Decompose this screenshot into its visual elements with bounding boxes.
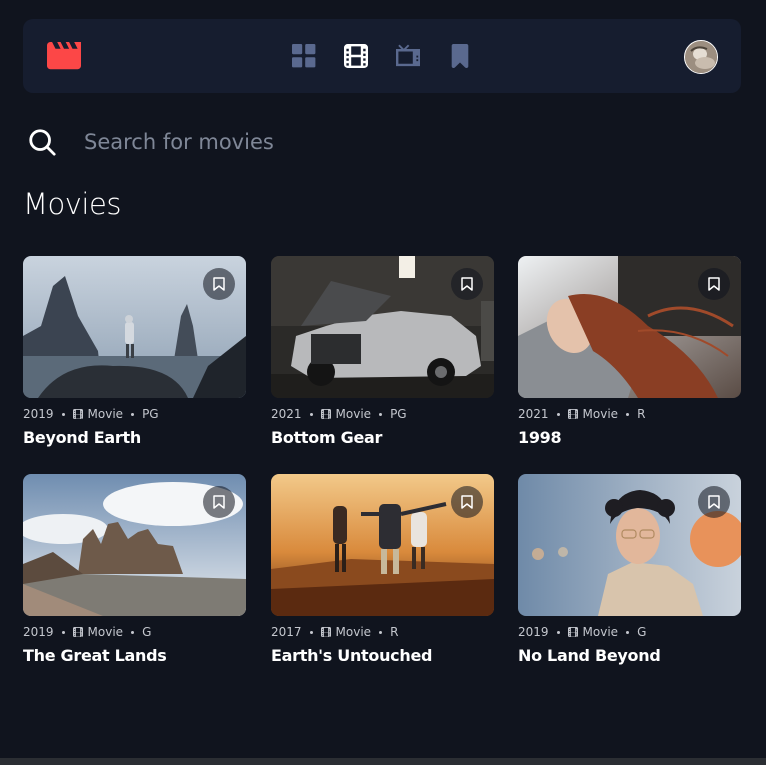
separator-dot <box>379 412 383 416</box>
movie-meta: 2019 Movie PG <box>23 406 246 422</box>
movie-card[interactable]: 2019 Movie PG Beyond Earth <box>23 256 246 447</box>
movie-meta: 2019 Movie G <box>23 624 246 640</box>
separator-dot <box>379 630 383 634</box>
movie-card[interactable]: 2017 Movie R Earth's Untouched <box>271 474 494 665</box>
movie-thumbnail[interactable] <box>518 256 741 398</box>
bookmark-empty-icon <box>461 277 473 291</box>
separator-dot <box>61 412 65 416</box>
movie-category: Movie <box>582 407 619 421</box>
movie-card[interactable]: 2021 Movie R 1998 <box>518 256 741 447</box>
bookmark-button[interactable] <box>203 486 235 518</box>
avatar[interactable] <box>684 40 718 74</box>
separator-dot <box>309 630 313 634</box>
separator-dot <box>626 412 630 416</box>
movie-title[interactable]: Beyond Earth <box>23 428 246 447</box>
search-input[interactable] <box>84 126 724 158</box>
movie-title[interactable]: Bottom Gear <box>271 428 494 447</box>
movie-title[interactable]: No Land Beyond <box>518 646 741 665</box>
movie-rating: G <box>142 625 152 639</box>
movie-rating: R <box>637 407 646 421</box>
user-avatar-image <box>685 41 717 73</box>
movie-thumbnail[interactable] <box>271 474 494 616</box>
movie-rating: PG <box>390 407 407 421</box>
movie-category: Movie <box>87 625 124 639</box>
movie-year: 2021 <box>518 407 549 421</box>
movie-category: Movie <box>87 407 124 421</box>
bookmark-icon[interactable] <box>448 44 472 68</box>
search-icon <box>29 129 56 156</box>
movie-title[interactable]: 1998 <box>518 428 741 447</box>
movie-card[interactable]: 2019 Movie G The Great Lands <box>23 474 246 665</box>
film-icon <box>567 627 578 637</box>
movie-meta: 2019 Movie G <box>518 624 741 640</box>
movie-year: 2021 <box>271 407 302 421</box>
film-icon <box>320 409 331 419</box>
navbar <box>23 19 741 93</box>
film-icon <box>320 627 331 637</box>
movie-year: 2019 <box>23 625 54 639</box>
bookmark-empty-icon <box>708 495 720 509</box>
movie-thumbnail[interactable] <box>23 256 246 398</box>
movie-thumbnail[interactable] <box>271 256 494 398</box>
movie-meta: 2017 Movie R <box>271 624 494 640</box>
movie-meta: 2021 Movie R <box>518 406 741 422</box>
separator-dot <box>131 412 135 416</box>
tv-icon[interactable] <box>396 44 420 68</box>
movie-category: Movie <box>335 407 372 421</box>
movie-rating: R <box>390 625 399 639</box>
film-icon <box>72 627 83 637</box>
movie-rating: G <box>637 625 647 639</box>
grid-icon[interactable] <box>292 44 316 68</box>
bookmark-empty-icon <box>461 495 473 509</box>
movie-clapper-icon[interactable] <box>47 42 81 70</box>
bottom-edge <box>0 758 766 765</box>
movie-meta: 2021 Movie PG <box>271 406 494 422</box>
movie-year: 2019 <box>23 407 54 421</box>
movie-thumbnail[interactable] <box>23 474 246 616</box>
separator-dot <box>626 630 630 634</box>
movie-card[interactable]: 2021 Movie PG Bottom Gear <box>271 256 494 447</box>
bookmark-empty-icon <box>213 277 225 291</box>
movie-thumbnail[interactable] <box>518 474 741 616</box>
movie-rating: PG <box>142 407 159 421</box>
separator-dot <box>61 630 65 634</box>
movie-title[interactable]: The Great Lands <box>23 646 246 665</box>
film-icon[interactable] <box>344 44 368 68</box>
bookmark-button[interactable] <box>203 268 235 300</box>
separator-dot <box>556 630 560 634</box>
film-icon <box>72 409 83 419</box>
movie-year: 2017 <box>271 625 302 639</box>
movie-year: 2019 <box>518 625 549 639</box>
separator-dot <box>309 412 313 416</box>
section-title: Movies <box>23 187 121 221</box>
movie-category: Movie <box>582 625 619 639</box>
bookmark-empty-icon <box>213 495 225 509</box>
bookmark-button[interactable] <box>698 486 730 518</box>
bookmark-button[interactable] <box>698 268 730 300</box>
film-icon <box>567 409 578 419</box>
movie-category: Movie <box>335 625 372 639</box>
search-bar <box>27 126 741 160</box>
separator-dot <box>556 412 560 416</box>
bookmark-button[interactable] <box>451 268 483 300</box>
separator-dot <box>131 630 135 634</box>
movie-card[interactable]: 2019 Movie G No Land Beyond <box>518 474 741 665</box>
movie-title[interactable]: Earth's Untouched <box>271 646 494 665</box>
bookmark-empty-icon <box>708 277 720 291</box>
bookmark-button[interactable] <box>451 486 483 518</box>
